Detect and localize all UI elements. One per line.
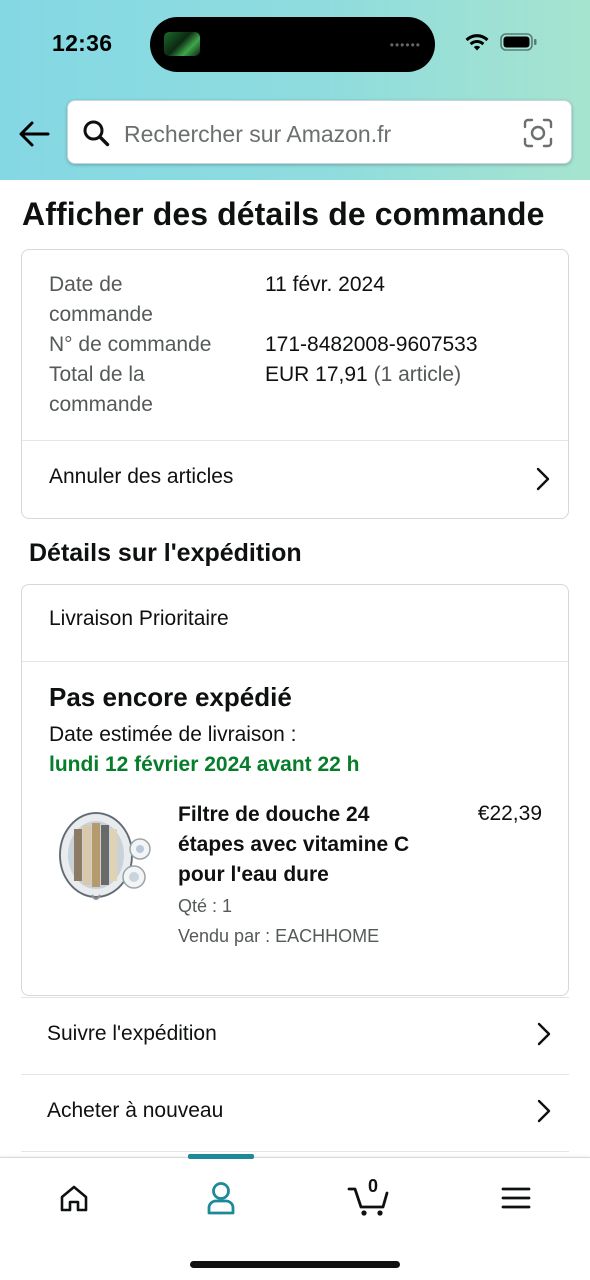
status-time: 12:36	[52, 30, 113, 56]
cancel-items-label: Annuler des articles	[49, 465, 234, 488]
search-placeholder: Rechercher sur Amazon.fr	[124, 121, 392, 147]
buy-again-row[interactable]: Acheter à nouveau	[21, 1075, 569, 1152]
status-icons	[464, 32, 538, 52]
order-date-label-2: commande	[49, 303, 153, 326]
nav-home[interactable]	[44, 1176, 104, 1220]
active-tab-indicator	[188, 1154, 254, 1159]
order-total-label-2: commande	[49, 393, 153, 416]
shipping-method: Livraison Prioritaire	[49, 607, 229, 630]
order-number-value: 171-8482008-9607533	[265, 333, 478, 356]
search-icon	[83, 120, 110, 147]
order-number-label: N° de commande	[49, 333, 212, 356]
product-seller: Vendu par : EACHHOME	[178, 926, 380, 946]
divider	[22, 661, 568, 662]
order-date-value: 11 févr. 2024	[265, 273, 385, 296]
account-icon	[207, 1182, 235, 1215]
nav-menu[interactable]	[486, 1176, 546, 1220]
back-button[interactable]	[14, 114, 54, 154]
page-title: Afficher des détails de commande	[22, 196, 545, 232]
camera-search-icon[interactable]	[523, 118, 553, 148]
nav-cart[interactable]: 0	[339, 1176, 399, 1220]
product-quantity: Qté : 1	[178, 896, 233, 916]
arrow-left-icon	[19, 121, 50, 147]
bottom-nav: 0	[0, 1154, 590, 1280]
order-total-items: (1 article)	[373, 363, 462, 386]
order-summary-card: Date de commande 11 févr. 2024 N° de com…	[21, 249, 569, 519]
battery-icon	[500, 33, 537, 51]
order-total-amount: EUR 17,91	[265, 363, 368, 386]
track-shipment-label: Suivre l'expédition	[47, 1022, 217, 1045]
product-title-link[interactable]: Filtre de douche 24 étapes avec vitamine…	[178, 800, 418, 890]
chevron-right-icon	[537, 1022, 551, 1046]
shipment-status: Pas encore expédié	[49, 682, 292, 712]
now-playing-thumbnail	[164, 32, 200, 56]
dynamic-island: ••••••	[150, 17, 435, 72]
shipment-card: Livraison Prioritaire Pas encore expédié…	[21, 584, 569, 996]
search-input[interactable]: Rechercher sur Amazon.fr	[67, 100, 572, 164]
order-total-label: Total de la	[49, 363, 145, 386]
audio-wave-icon: ••••••	[389, 38, 421, 52]
wifi-icon	[465, 34, 489, 51]
header: 12:36 •••••• Rechercher sur Amazon.fr	[0, 0, 590, 180]
eta-label: Date estimée de livraison :	[49, 723, 297, 746]
order-total-value: EUR 17,91 (1 article)	[265, 360, 461, 390]
order-date-label: Date de	[49, 273, 123, 296]
chevron-right-icon	[537, 1099, 551, 1123]
eta-date: lundi 12 février 2024 avant 22 h	[49, 753, 360, 776]
home-indicator	[190, 1261, 400, 1268]
nav-account[interactable]	[191, 1176, 251, 1220]
cart-count-badge: 0	[368, 1176, 379, 1196]
product-image[interactable]	[52, 807, 162, 907]
shipping-section-title: Détails sur l'expédition	[29, 539, 302, 567]
menu-icon	[501, 1187, 531, 1209]
buy-again-label: Acheter à nouveau	[47, 1099, 224, 1122]
product-price: €22,39	[477, 802, 542, 825]
home-icon	[60, 1185, 88, 1212]
cancel-items-row[interactable]: Annuler des articles	[22, 441, 568, 518]
track-shipment-row[interactable]: Suivre l'expédition	[21, 998, 569, 1075]
chevron-right-icon	[536, 467, 550, 491]
